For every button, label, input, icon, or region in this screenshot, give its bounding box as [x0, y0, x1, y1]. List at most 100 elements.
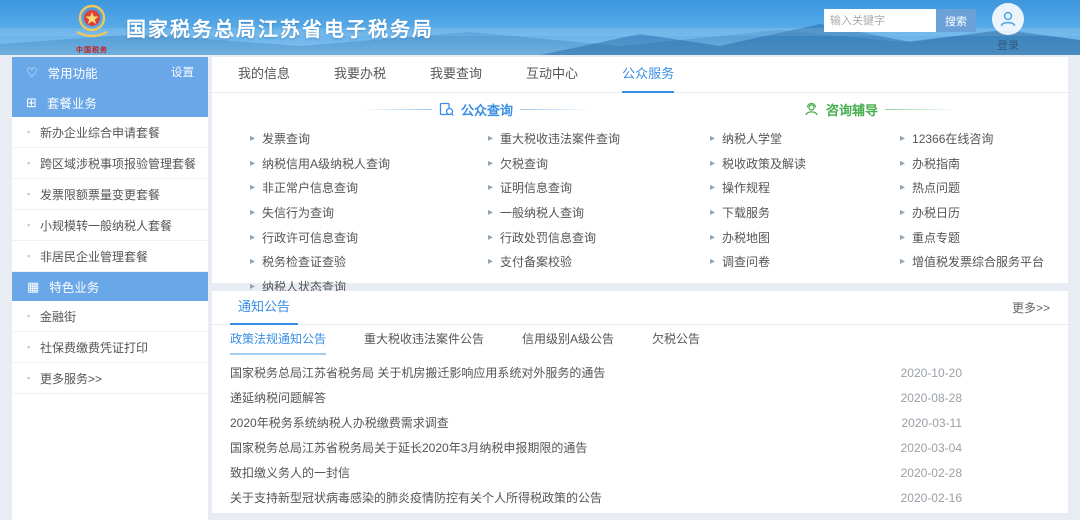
notice-header: 通知公告 更多>>	[212, 291, 1068, 325]
sidebar-item-cross-region[interactable]: 跨区域涉税事项报验管理套餐	[12, 148, 208, 179]
link-label: 支付备案校验	[500, 253, 572, 270]
notice-title[interactable]: 国家税务总局江苏省税务局关于延长2020年3月纳税申报期限的通告	[230, 439, 587, 456]
sidebar: ♡ 常用功能 设置 ⊞ 套餐业务 新办企业综合申请套餐 跨区域涉税事项报验管理套…	[12, 57, 208, 520]
more-link[interactable]: 更多>>	[1012, 299, 1050, 316]
link-label: 失信行为查询	[262, 204, 334, 221]
arrow-icon: ▸	[900, 182, 905, 193]
tab-notice-announcement[interactable]: 通知公告	[230, 291, 298, 325]
link-label: 一般纳税人查询	[500, 204, 584, 221]
tab-handle-tax[interactable]: 我要办税	[334, 57, 386, 93]
main-nav-tabs: 我的信息 我要办税 我要查询 互动中心 公众服务	[212, 57, 1068, 93]
search-button[interactable]: 搜索	[936, 9, 976, 32]
arrow-icon: ▸	[710, 133, 715, 144]
login-label[interactable]: 登录	[988, 37, 1028, 53]
subtab-major-violations[interactable]: 重大税收违法案件公告	[364, 325, 484, 355]
link-label: 证明信息查询	[500, 179, 572, 196]
sidebar-item-social-insurance-print[interactable]: 社保费缴费凭证打印	[12, 332, 208, 363]
link-certificate-info-query[interactable]: ▸证明信息查询	[488, 175, 620, 200]
link-label: 税收政策及解读	[722, 155, 806, 172]
subtab-policy-notices[interactable]: 政策法规通知公告	[230, 325, 326, 355]
user-avatar-circle[interactable]	[992, 3, 1024, 35]
link-abnormal-account-query[interactable]: ▸非正常户信息查询	[250, 175, 390, 200]
document-search-icon	[439, 102, 454, 117]
sidebar-item-invoice-quota[interactable]: 发票限额票量变更套餐	[12, 179, 208, 210]
subtab-tax-arrears[interactable]: 欠税公告	[652, 325, 700, 355]
notice-row[interactable]: 致扣缴义务人的一封信 2020-02-28	[212, 460, 1068, 485]
notice-row[interactable]: 递延纳税问题解答 2020-08-28	[212, 385, 1068, 410]
arrow-icon: ▸	[488, 133, 493, 144]
notice-title[interactable]: 关于支持新型冠状病毒感染的肺炎疫情防控有关个人所得税政策的公告	[230, 489, 602, 506]
link-operation-rules[interactable]: ▸ 操作规程	[710, 175, 806, 200]
link-tax-calendar[interactable]: ▸办税日历	[900, 200, 1044, 225]
arrow-icon: ▸	[488, 207, 493, 218]
arrow-icon: ▸	[488, 256, 493, 267]
arrow-icon: ▸	[710, 256, 715, 267]
search-input[interactable]	[824, 9, 936, 32]
subtab-a-level-credit[interactable]: 信用级别A级公告	[522, 325, 614, 355]
arrow-icon: ▸	[900, 256, 905, 267]
query-links-col1: ▸发票查询 ▸纳税信用A级纳税人查询 ▸非正常户信息查询 ▸失信行为查询 ▸行政…	[250, 126, 390, 299]
notice-date: 2020-03-04	[901, 441, 962, 455]
sidebar-item-nonresident[interactable]: 非居民企业管理套餐	[12, 241, 208, 272]
tab-interaction-center[interactable]: 互动中心	[526, 57, 578, 93]
tab-public-service[interactable]: 公众服务	[622, 57, 674, 93]
notice-title[interactable]: 递延纳税问题解答	[230, 389, 326, 406]
link-dishonest-behavior-query[interactable]: ▸失信行为查询	[250, 200, 390, 225]
sidebar-item-small-to-general[interactable]: 小规模转一般纳税人套餐	[12, 210, 208, 241]
link-download-service[interactable]: ▸下载服务	[710, 200, 806, 225]
brand-logo: 中国税务	[66, 2, 118, 55]
notice-subtabs: 政策法规通知公告 重大税收违法案件公告 信用级别A级公告 欠税公告	[212, 325, 1068, 355]
link-general-taxpayer-query[interactable]: ▸ 一般纳税人查询	[488, 200, 620, 225]
tab-query[interactable]: 我要查询	[430, 57, 482, 93]
link-tax-inspection-cert[interactable]: ▸税务检查证查验	[250, 249, 390, 274]
sidebar-item-more-services[interactable]: 更多服务>>	[12, 363, 208, 394]
settings-link[interactable]: 设置	[171, 64, 194, 80]
notice-title[interactable]: 致扣缴义务人的一封信	[230, 464, 350, 481]
tax-emblem-icon	[71, 2, 113, 42]
notice-row[interactable]: 国家税务总局江苏省税务局关于延长2020年3月纳税申报期限的通告 2020-03…	[212, 435, 1068, 460]
public-query-header: 公众查询	[360, 100, 592, 119]
sidebar-item-new-enterprise[interactable]: 新办企业综合申请套餐	[12, 117, 208, 148]
link-key-topics[interactable]: ▸重点专题	[900, 225, 1044, 250]
link-tax-guide[interactable]: ▸办税指南	[900, 151, 1044, 176]
notice-row[interactable]: 关于支持新型冠状病毒感染的肺炎疫情防控有关个人所得税政策的公告 2020-02-…	[212, 485, 1068, 510]
link-label: 办税地图	[722, 229, 770, 246]
sidebar-section-special-business[interactable]: ▦ 特色业务	[12, 272, 208, 301]
link-admin-penalty-query[interactable]: ▸行政处罚信息查询	[488, 225, 620, 250]
link-admin-license-query[interactable]: ▸行政许可信息查询	[250, 225, 390, 250]
link-vat-invoice-platform[interactable]: ▸增值税发票综合服务平台	[900, 249, 1044, 274]
link-hot-issues[interactable]: ▸热点问题	[900, 175, 1044, 200]
notice-row[interactable]: 国家税务总局江苏省税务局 关于机房搬迁影响应用系统对外服务的通告 2020-10…	[212, 360, 1068, 385]
site-title: 国家税务总局江苏省电子税务局	[126, 13, 434, 42]
search-bar: 搜索	[824, 9, 976, 32]
link-survey[interactable]: ▸调查问卷	[710, 249, 806, 274]
link-invoice-query[interactable]: ▸ 发票查询	[250, 126, 390, 151]
link-tax-arrears-query[interactable]: ▸欠税查询	[488, 151, 620, 176]
sidebar-section-common-functions[interactable]: ♡ 常用功能 设置	[12, 57, 208, 87]
link-label: 操作规程	[722, 179, 770, 196]
link-payment-record-check[interactable]: ▸ 支付备案校验	[488, 249, 620, 274]
sidebar-item-financial-street[interactable]: 金融街	[12, 301, 208, 332]
link-12366-online[interactable]: ▸12366在线咨询	[900, 126, 1044, 151]
arrow-icon: ▸	[250, 256, 255, 267]
link-label: 发票查询	[262, 130, 310, 147]
section-headers: 公众查询 咨询辅导	[212, 100, 1068, 124]
divider-line	[520, 109, 592, 110]
link-taxpayer-school[interactable]: ▸纳税人学堂	[710, 126, 806, 151]
tab-my-info[interactable]: 我的信息	[238, 57, 290, 93]
link-label: 重大税收违法案件查询	[500, 130, 620, 147]
notice-title[interactable]: 2020年税务系统纳税人办税缴费需求调查	[230, 414, 449, 431]
link-tax-map[interactable]: ▸办税地图	[710, 225, 806, 250]
divider-line	[360, 109, 432, 110]
arrow-icon: ▸	[250, 133, 255, 144]
link-tax-policy[interactable]: ▸税收政策及解读	[710, 151, 806, 176]
notice-title[interactable]: 国家税务总局江苏省税务局 关于机房搬迁影响应用系统对外服务的通告	[230, 364, 605, 381]
consult-title: 咨询辅导	[826, 100, 878, 119]
heart-icon: ♡	[26, 66, 38, 79]
link-major-violation-query[interactable]: ▸ 重大税收违法案件查询	[488, 126, 620, 151]
arrow-icon: ▸	[710, 182, 715, 193]
notice-row[interactable]: 2020年税务系统纳税人办税缴费需求调查 2020-03-11	[212, 410, 1068, 435]
sidebar-section-package-business[interactable]: ⊞ 套餐业务	[12, 87, 208, 117]
link-a-level-taxpayer-query[interactable]: ▸纳税信用A级纳税人查询	[250, 151, 390, 176]
login-entry[interactable]: 登录	[988, 3, 1028, 53]
